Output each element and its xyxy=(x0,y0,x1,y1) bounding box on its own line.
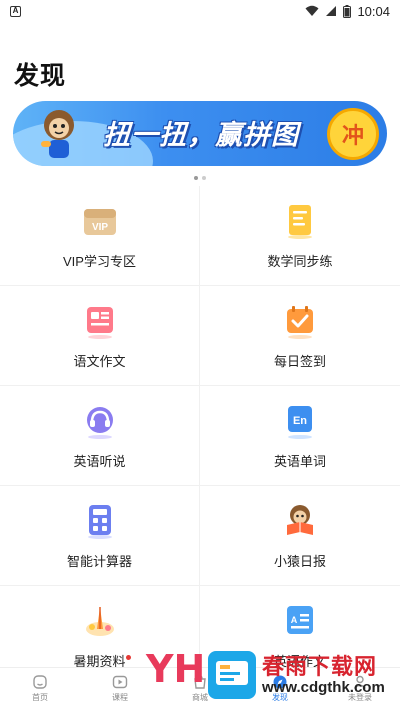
svg-text:En: En xyxy=(293,415,307,427)
pagination-dot xyxy=(202,176,206,180)
feature-label: 智能计算器 xyxy=(66,554,132,569)
page-title: 发现 xyxy=(14,62,67,90)
tab-label: 首页 xyxy=(32,693,48,702)
tab-home[interactable]: 首页 xyxy=(0,668,80,709)
watermark-logo-icon xyxy=(208,651,256,699)
svg-text:VIP: VIP xyxy=(91,222,107,233)
daily-checkin-icon xyxy=(287,306,313,339)
status-bar: A 10:04 xyxy=(0,0,400,22)
feature-label: 数学同步练 xyxy=(267,254,333,269)
feature-label: 英语单词 xyxy=(273,454,326,469)
new-badge-dot xyxy=(126,655,131,660)
chinese-essay-icon xyxy=(86,307,113,339)
feature-math-practice[interactable]: 数学同步练 xyxy=(200,186,400,286)
vip-icon: VIP xyxy=(83,209,116,235)
math-practice-icon xyxy=(288,205,312,239)
feature-english-listening[interactable]: 英语听说 xyxy=(0,386,200,486)
daily-news-icon xyxy=(287,505,313,535)
banner-pagination xyxy=(0,176,400,180)
feature-chinese-essay[interactable]: 语文作文 xyxy=(0,286,200,386)
wifi-icon xyxy=(305,5,319,16)
summer-materials-icon xyxy=(85,607,114,636)
app-notification-icon: A xyxy=(10,5,21,17)
battery-icon xyxy=(343,4,352,18)
english-essay-icon: A xyxy=(287,606,313,634)
feature-label: VIP学习专区 xyxy=(63,254,136,269)
monkey-mascot-icon xyxy=(41,110,74,158)
svg-text:A: A xyxy=(291,615,298,625)
feature-label: 语文作文 xyxy=(73,354,126,369)
home-icon xyxy=(33,675,47,689)
feature-daily-news[interactable]: 小猿日报 xyxy=(200,486,400,586)
tab-label: 课程 xyxy=(112,693,128,702)
watermark-url: www.cdgthk.com xyxy=(262,679,385,696)
feature-vip[interactable]: VIP VIP学习专区 xyxy=(0,186,200,286)
english-listening-icon xyxy=(86,407,113,439)
feature-label: 小猿日报 xyxy=(273,554,326,569)
banner-go-button[interactable]: 冲 xyxy=(327,108,379,160)
feature-label: 每日签到 xyxy=(273,354,326,369)
watermark-logo-text: YH xyxy=(146,647,206,691)
watermark-title: 春雨下载网 xyxy=(262,654,378,679)
promo-banner[interactable]: 扭一扭，赢拼图 冲 xyxy=(13,101,387,166)
calculator-icon xyxy=(87,505,112,539)
banner-headline: 扭一扭，赢拼图 xyxy=(103,120,299,150)
feature-grid: VIP VIP学习专区 数学同步练 语文作文 每日签到 英语听说 En 英语单词… xyxy=(0,186,400,686)
feature-calculator[interactable]: 智能计算器 xyxy=(0,486,200,586)
pagination-dot-active xyxy=(194,176,198,180)
status-time: 10:04 xyxy=(357,3,390,19)
feature-label: 英语听说 xyxy=(73,454,126,469)
site-watermark: YH 春雨下载网 www.cdgthk.com xyxy=(146,647,396,703)
english-words-icon: En xyxy=(288,406,312,439)
signal-icon xyxy=(326,6,337,16)
feature-english-words[interactable]: En 英语单词 xyxy=(200,386,400,486)
feature-daily-checkin[interactable]: 每日签到 xyxy=(200,286,400,386)
status-right: 10:04 xyxy=(305,4,390,19)
course-icon xyxy=(112,675,128,689)
